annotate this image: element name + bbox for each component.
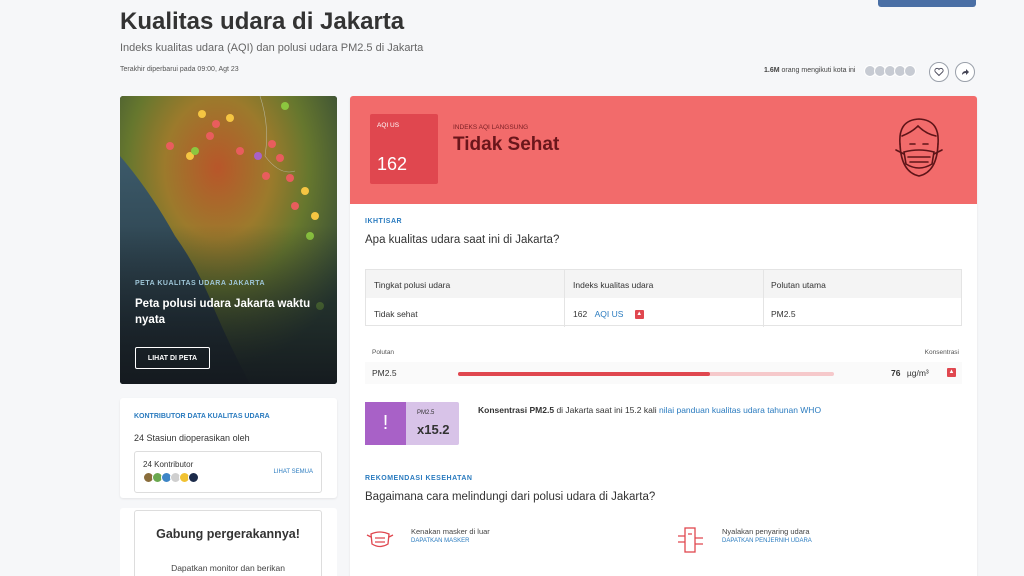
who-badge-value: x15.2 — [417, 422, 450, 437]
pollution-map — [120, 96, 337, 384]
pollutant-value: 76 — [891, 368, 901, 378]
who-text: Konsentrasi PM2.5 di Jakarta saat ini 15… — [478, 405, 821, 415]
mask-icon — [366, 531, 394, 548]
table-divider — [564, 270, 565, 327]
share-button[interactable] — [955, 62, 975, 82]
page-subtitle: Indeks kualitas udara (AQI) dan polusi u… — [120, 42, 424, 54]
share-icon — [962, 69, 969, 75]
join-description: Dapatkan monitor dan berikan — [171, 563, 285, 573]
cell-aqi-value: 162 — [573, 309, 588, 319]
table-header-row — [366, 270, 961, 298]
cell-aqi-unit[interactable]: AQI US — [595, 309, 624, 319]
join-box: Gabung pergerakannya! Dapatkan monitor d… — [134, 510, 322, 576]
aqi-header: AQI US 162 INDEKS AQI LANGSUNG Tidak Seh… — [350, 96, 977, 204]
pollutant-unit: µg/m³ — [906, 368, 929, 378]
aqi-box: AQI US 162 — [370, 114, 438, 184]
favorite-button[interactable] — [929, 62, 949, 82]
table-divider — [763, 270, 764, 327]
join-title: Gabung pergerakannya! — [156, 527, 300, 541]
followers-label: orang mengikuti kota ini — [781, 67, 856, 74]
contributors-caption: KONTRIBUTOR DATA KUALITAS UDARA — [134, 413, 270, 420]
see-all-link[interactable]: LIHAT SEMUA — [274, 469, 313, 475]
aqi-main-card: AQI US 162 INDEKS AQI LANGSUNG Tidak Seh… — [350, 96, 977, 576]
map-title: Peta polusi udara Jakarta waktu nyata — [135, 298, 311, 326]
air-purifier-icon — [678, 527, 703, 553]
pollutant-bar — [458, 372, 834, 376]
header-pollutant: Polutan utama — [771, 280, 826, 290]
top-button[interactable] — [878, 0, 976, 7]
pollutant-row: PM2.5 76 µg/m³ ▲ — [365, 362, 962, 384]
live-aqi-caption: INDEKS AQI LANGSUNG — [453, 124, 529, 131]
pollutant-col-label: Polutan — [372, 349, 395, 356]
aqi-label: AQI US — [377, 122, 400, 129]
who-text-bold: Konsentrasi PM2.5 — [478, 405, 555, 415]
cell-level: Tidak sehat — [374, 309, 418, 319]
recommendations-question: Bagaimana cara melindungi dari polusi ud… — [365, 491, 656, 503]
follower-avatars — [864, 65, 916, 77]
get-mask-link[interactable]: DAPATKAN MASKER — [411, 538, 490, 544]
avatar — [904, 65, 916, 77]
who-badge-caption: PM2.5 — [417, 410, 435, 416]
who-text-mid: di Jakarta saat ini 15.2 kali — [556, 405, 657, 415]
contributor-logo — [188, 472, 199, 483]
cell-aqi: 162 AQI US ▲ — [573, 309, 644, 320]
overview-caption: IKHTISAR — [365, 218, 403, 225]
who-guideline-link[interactable]: nilai panduan kualitas udara tahunan WHO — [659, 405, 821, 415]
face-mask-icon — [895, 118, 943, 177]
pollutant-concentration: 76 µg/m³ — [891, 368, 929, 378]
recommendation-text: Kenakan masker di luar — [411, 527, 490, 536]
contributors-count: 24 Kontributor — [143, 460, 194, 469]
view-map-button[interactable]: LIHAT DI PETA — [135, 347, 210, 369]
heart-icon — [934, 67, 944, 77]
join-card: Gabung pergerakannya! Dapatkan monitor d… — [120, 508, 337, 576]
page-title: Kualitas udara di Jakarta — [120, 8, 405, 35]
contributors-card: KONTRIBUTOR DATA KUALITAS UDARA 24 Stasi… — [120, 398, 337, 498]
aqi-status: Tidak Sehat — [453, 134, 560, 155]
overview-question: Apa kualitas udara saat ini di Jakarta? — [365, 234, 560, 246]
arrow-up-icon: ▲ — [947, 368, 956, 377]
recommendations-caption: REKOMENDASI KESEHATAN — [365, 475, 473, 482]
map-caption: PETA KUALITAS UDARA JAKARTA — [135, 280, 266, 287]
concentration-col-label: Konsentrasi — [924, 349, 959, 356]
recommendation-purifier: Nyalakan penyaring udara DAPATKAN PENJER… — [676, 526, 812, 554]
followers-count: 1.6M — [764, 67, 780, 74]
contributors-box[interactable]: 24 Kontributor LIHAT SEMUA — [134, 451, 322, 493]
exclamation-icon: ! — [365, 402, 406, 445]
arrow-up-icon: ▲ — [634, 310, 644, 320]
stations-text: 24 Stasiun dioperasikan oleh — [134, 433, 250, 443]
get-purifier-link[interactable]: DAPATKAN PENJERNIH UDARA — [722, 538, 812, 544]
pollutant-bar-fill — [458, 372, 710, 376]
recommendation-mask: Kenakan masker di luar DAPATKAN MASKER — [365, 526, 490, 552]
header-level: Tingkat polusi udara — [374, 280, 451, 290]
pollutant-name: PM2.5 — [372, 368, 397, 378]
contributor-logos — [143, 472, 199, 483]
followers-text: 1.6M orang mengikuti kota ini — [764, 67, 855, 74]
cell-pollutant: PM2.5 — [771, 309, 796, 319]
map-card[interactable]: PETA KUALITAS UDARA JAKARTA Peta polusi … — [120, 96, 337, 384]
header-aqi: Indeks kualitas udara — [573, 280, 654, 290]
recommendation-text: Nyalakan penyaring udara — [722, 527, 810, 536]
overview-table: Tingkat polusi udara Indeks kualitas uda… — [365, 269, 962, 327]
last-updated: Terakhir diperbarui pada 09:00, Agt 23 — [120, 66, 239, 73]
who-badge: ! PM2.5 x15.2 — [365, 402, 459, 445]
aqi-value: 162 — [377, 154, 408, 174]
